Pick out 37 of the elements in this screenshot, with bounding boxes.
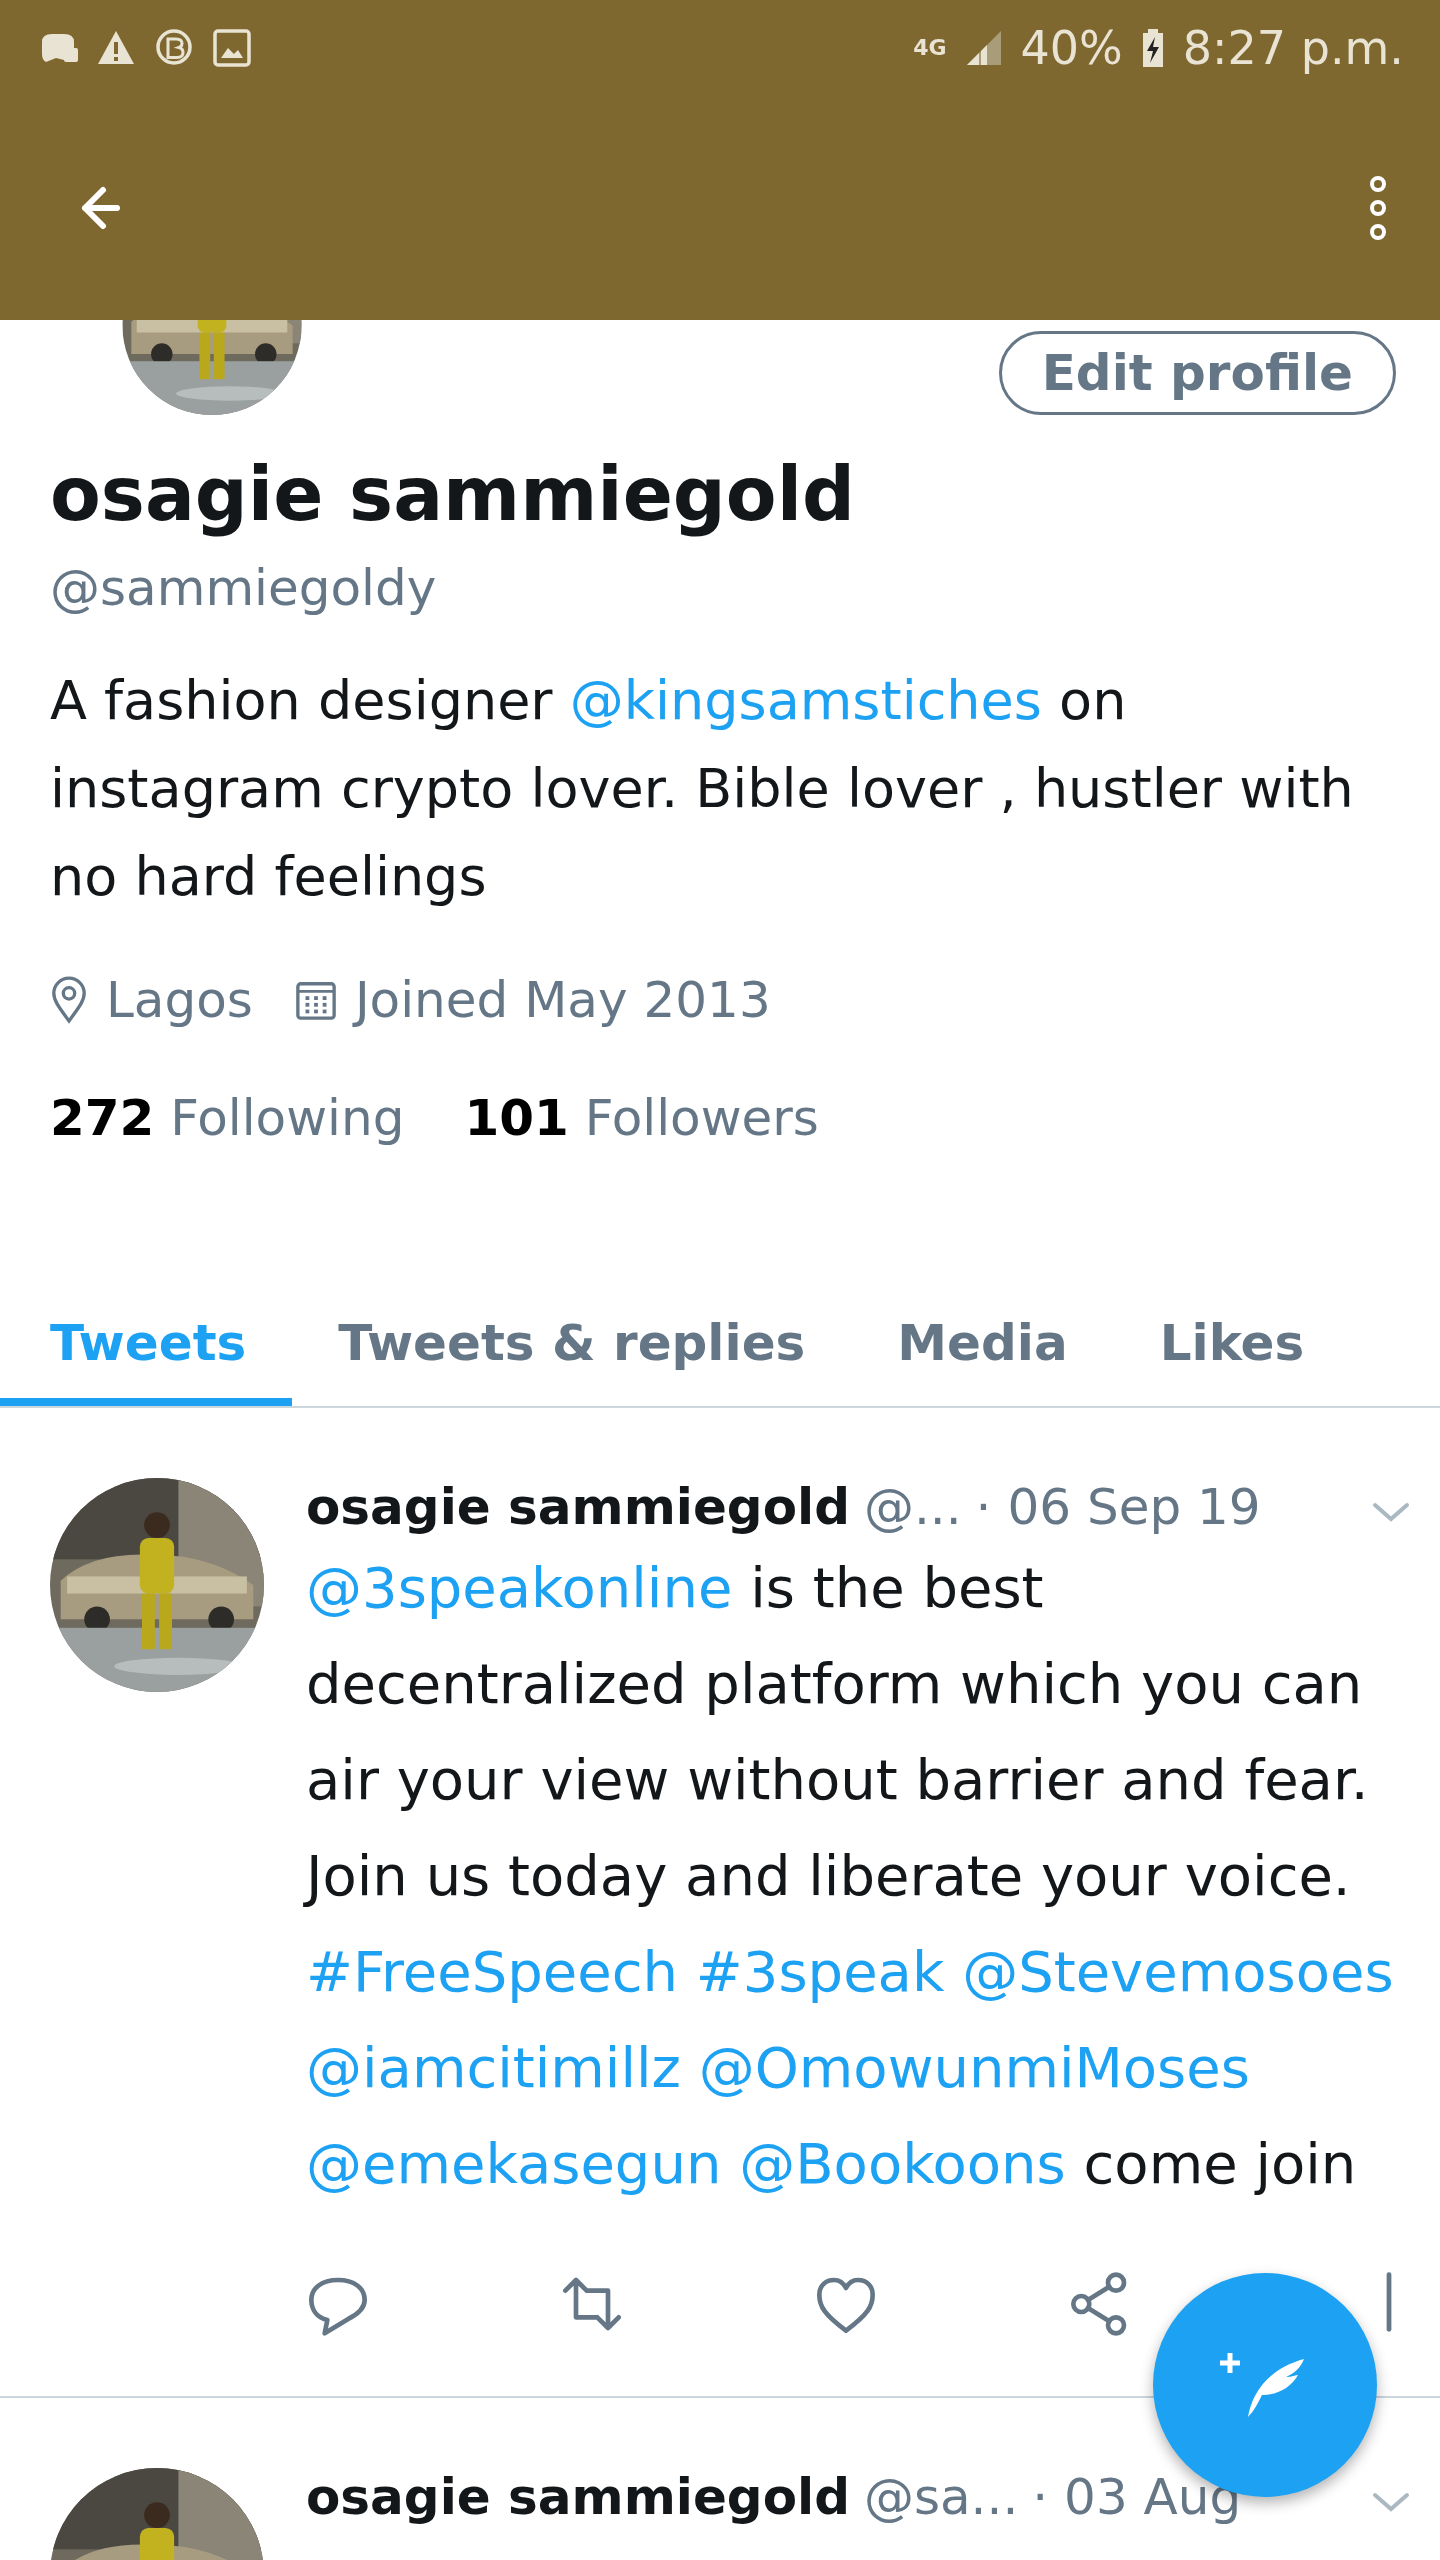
following-link[interactable]: 272 Following [50, 1089, 405, 1147]
chevron-down-icon [1372, 2492, 1410, 2514]
mention-link[interactable]: @Stevemosoes [962, 1939, 1394, 2004]
tweet-date: · 06 Sep 19 [975, 1478, 1261, 1536]
profile-tab[interactable]: Tweets & replies [292, 1292, 852, 1406]
author-handle: @sa... [863, 2468, 1019, 2526]
mention-link[interactable]: @3speakonline [306, 1555, 733, 1620]
profile-tab[interactable]: Tweets [0, 1292, 293, 1406]
image-icon [212, 28, 252, 68]
profile-tab[interactable]: Media [851, 1292, 1114, 1406]
hashtag-link[interactable]: #FreeSpeech [306, 1939, 679, 2004]
profile-handle: @sammiegoldy [50, 559, 438, 617]
chevron-down-icon [1372, 1502, 1410, 1524]
author-handle: @... [863, 1478, 962, 1536]
mention-link[interactable]: @OmowunmiMoses [698, 2035, 1250, 2100]
clock-time: 8:27 p.m. [1182, 21, 1404, 75]
battery-percentage: 40% [1020, 21, 1123, 75]
analytics-icon [1384, 2272, 1394, 2332]
mention-link[interactable]: @emekasegun [306, 2131, 722, 2196]
profile-name: osagie sammiegold [50, 451, 856, 537]
profile-bio: A fashion designer @kingsamstiches on instagram crypto lover. Bible lover , hustler with no hard feelings [50, 668, 1355, 910]
author-name: osagie sammiegold [306, 2468, 850, 2526]
mention-link[interactable]: @Bookoons [739, 2131, 1066, 2196]
location-pin-icon [50, 976, 88, 1024]
mention-link[interactable]: @iamcitimillz [306, 2035, 681, 2100]
followers-link[interactable]: 101 Followers [464, 1089, 819, 1147]
profile-tab[interactable]: Likes [1113, 1292, 1351, 1406]
edit-profile-button[interactable]: Edit profile [998, 331, 1396, 415]
author-name: osagie sammiegold [306, 1478, 850, 1536]
network-type: 4G [913, 37, 947, 59]
mention-link[interactable]: @kingsamstiches [569, 669, 1042, 732]
profile-location: Lagos [106, 971, 253, 1029]
charging-battery-icon [1140, 29, 1165, 67]
hashtag-link[interactable]: #3speak [695, 1939, 945, 2004]
tweet-date: · 03 Aug [1032, 2468, 1242, 2526]
join-date: Joined May 2013 [354, 971, 771, 1029]
business-chat-icon [154, 28, 194, 68]
